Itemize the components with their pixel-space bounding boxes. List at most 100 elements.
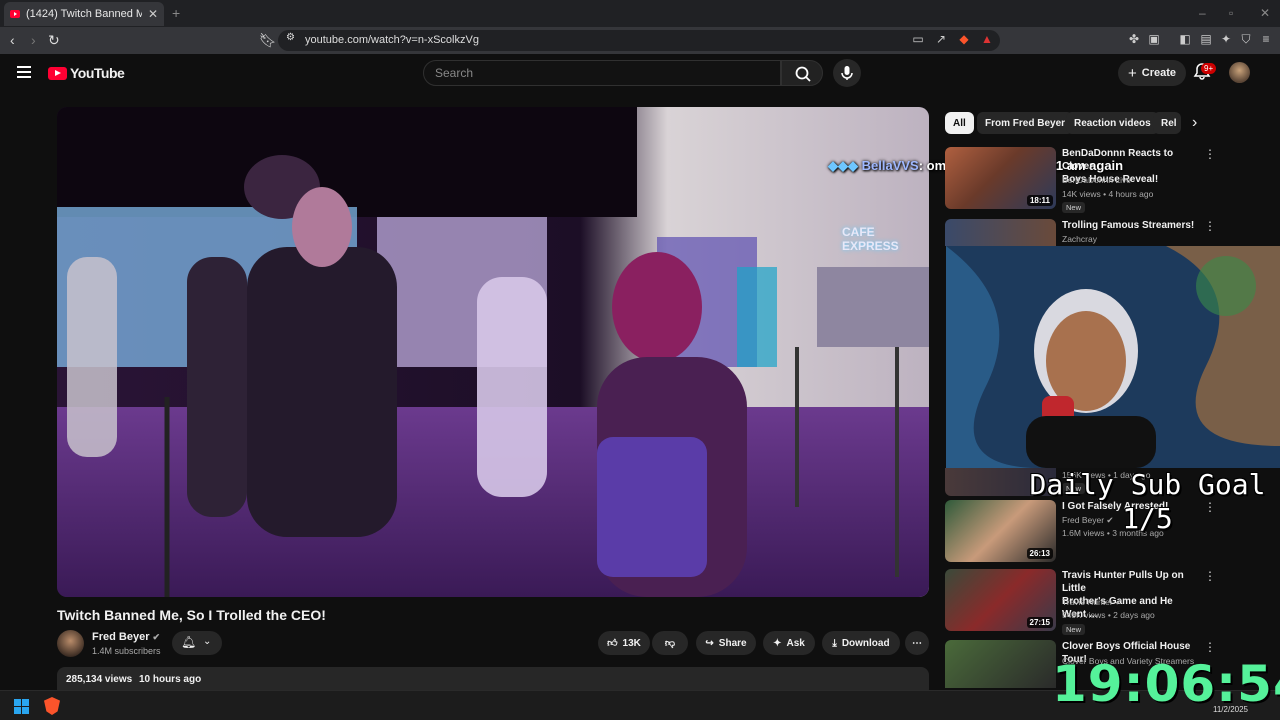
download-button[interactable]: ⤓ Download [822, 631, 900, 655]
microphone-icon [841, 66, 853, 80]
brave-shields-icon[interactable]: ◆ [957, 32, 971, 46]
channel-name[interactable]: Fred Beyer ✔ [92, 631, 160, 643]
sub-goal-progress: 1/5 [1122, 502, 1173, 535]
account-avatar[interactable] [1229, 62, 1250, 83]
address-bar-row: ‹ › ↻ 🔖︎ youtube.com/watch?v=n-xScolkzVg… [0, 27, 1280, 54]
chevron-right-icon[interactable]: › [1192, 114, 1197, 132]
notification-count-badge: 9+ [1201, 63, 1217, 74]
leo-ai-icon[interactable]: ✦ [1219, 32, 1233, 46]
url-field[interactable]: youtube.com/watch?v=n-xScolkzVg [278, 30, 1000, 51]
search-input[interactable]: Search [423, 60, 781, 86]
hamburger-menu-icon[interactable] [17, 66, 31, 78]
vpn-icon[interactable]: ⛉ [1239, 32, 1253, 46]
rec-title[interactable]: Trolling Famous Streamers! [1062, 219, 1197, 232]
sub-goal-label: Daily Sub Goal [1029, 468, 1266, 501]
browser-tab[interactable]: (1424) Twitch Banned Me, So I Trolled th… [4, 2, 164, 26]
search-icon [795, 66, 811, 82]
like-count: 13K [622, 637, 641, 649]
duration-badge: 18:11 [1026, 195, 1053, 206]
rec-channel[interactable]: Zachcray [1062, 234, 1097, 244]
wallet-icon[interactable]: ▤ [1199, 32, 1213, 46]
reload-icon[interactable]: ↻ [48, 32, 60, 49]
rec-thumbnail[interactable] [945, 640, 1056, 688]
chip-label: From Fred Beyer [985, 117, 1066, 129]
rec-channel[interactable]: BenDaDonnn Live [1062, 175, 1131, 185]
thumbs-down-icon: 👎︎ [664, 638, 676, 649]
channel-avatar[interactable] [57, 630, 84, 657]
windows-start-icon[interactable] [14, 699, 29, 714]
youtube-logo[interactable]: YouTube [48, 65, 125, 81]
chevron-down-icon: ⌄ [203, 636, 212, 647]
plus-icon: + [1127, 64, 1137, 82]
url-text: youtube.com/watch?v=n-xScolkzVg [305, 34, 479, 46]
rec-thumbnail[interactable]: 18:11 [945, 147, 1056, 209]
channel-name-text: Fred Beyer [92, 631, 150, 643]
bell-icon: 🔔︎ [181, 635, 197, 649]
more-horizontal-icon: ⋯ [912, 637, 922, 649]
download-icon: ⤓ [832, 637, 837, 649]
cast-icon[interactable]: ▭ [911, 32, 925, 46]
share-page-icon[interactable]: ↗ [934, 32, 948, 46]
rec-thumbnail[interactable]: 27:15 [945, 569, 1056, 631]
subscription-bell-button[interactable]: 🔔︎ ⌄ [172, 631, 222, 655]
maximize-icon[interactable]: ▫ [1229, 6, 1233, 20]
share-label: Share [718, 637, 747, 649]
video-title: Twitch Banned Me, So I Trolled the CEO! [57, 607, 326, 623]
bookmark-icon[interactable]: 🔖︎ [259, 32, 277, 49]
share-icon: ↪ [705, 637, 714, 649]
rec-channel[interactable]: Travis Hunter ✔ [1062, 597, 1122, 608]
close-tab-icon[interactable]: ✕ [148, 7, 158, 21]
share-button[interactable]: ↪ Share [696, 631, 756, 655]
screenshot-icon[interactable]: ▣ [1147, 32, 1161, 46]
rec-channel-text: Travis Hunter [1062, 597, 1113, 607]
brave-rewards-icon[interactable]: ▲ [980, 32, 994, 46]
search-placeholder: Search [435, 66, 474, 80]
extensions-icon[interactable]: ✤ [1127, 32, 1141, 46]
verified-icon: ✔ [152, 632, 161, 642]
video-frame [57, 107, 929, 597]
chip-label: Rel [1161, 117, 1177, 129]
brave-browser-icon[interactable] [44, 697, 60, 715]
rec-meta: 14K views • 4 hours ago [1062, 189, 1154, 199]
search-button[interactable] [781, 60, 823, 86]
sparkle-icon: ✦ [773, 637, 782, 649]
youtube-wordmark: YouTube [70, 65, 125, 81]
more-vertical-icon[interactable]: ⋮ [1204, 640, 1216, 654]
streamer-webcam-overlay [946, 246, 1280, 468]
chip-from-channel[interactable]: From Fred Beyer [977, 112, 1074, 134]
chip-related[interactable]: Rel [1153, 112, 1181, 134]
duration-badge: 26:13 [1026, 548, 1053, 559]
rec-thumbnail[interactable] [945, 219, 1056, 246]
chip-label: All [953, 117, 966, 129]
window-close-icon[interactable]: ✕ [1260, 6, 1270, 20]
tab-title: (1424) Twitch Banned Me, So I Trolled th… [26, 8, 142, 20]
new-badge: New [1062, 624, 1086, 635]
more-vertical-icon[interactable]: ⋮ [1204, 219, 1216, 233]
chat-username: BellaVVS [861, 158, 919, 173]
minimize-icon[interactable]: – [1199, 6, 1206, 20]
rec-title-line: Travis Hunter Pulls Up on Little [1062, 570, 1184, 594]
chip-reaction-videos[interactable]: Reaction videos [1066, 112, 1159, 134]
like-button[interactable]: 👍︎ 13K [598, 631, 650, 655]
site-info-icon[interactable]: ⚙ [286, 32, 295, 43]
video-player[interactable]: CAFE EXPRESS [57, 107, 929, 597]
voice-search-button[interactable] [833, 59, 861, 87]
browser-menu-icon[interactable]: ≡ [1259, 32, 1273, 46]
more-vertical-icon[interactable]: ⋮ [1204, 147, 1216, 161]
daily-sub-goal-overlay: Daily Sub Goal 1/5 [1015, 468, 1280, 536]
back-icon[interactable]: ‹ [10, 32, 15, 48]
dislike-button[interactable]: 👎︎ [652, 631, 688, 655]
new-tab-icon[interactable]: + [172, 5, 180, 21]
more-actions-button[interactable]: ⋯ [905, 631, 929, 655]
more-vertical-icon[interactable]: ⋮ [1204, 569, 1216, 583]
upload-age: 10 hours ago [138, 674, 202, 685]
create-button[interactable]: + Create [1118, 60, 1186, 86]
browser-tab-bar: (1424) Twitch Banned Me, So I Trolled th… [0, 0, 1280, 27]
new-badge: New [1062, 202, 1086, 213]
chip-all[interactable]: All [945, 112, 974, 134]
view-count: 285,134 views [66, 674, 133, 685]
forward-icon[interactable]: › [31, 32, 36, 48]
sidebar-icon[interactable]: ◧ [1178, 32, 1192, 46]
duration-badge: 27:15 [1026, 617, 1053, 628]
ask-button[interactable]: ✦ Ask [763, 631, 815, 655]
